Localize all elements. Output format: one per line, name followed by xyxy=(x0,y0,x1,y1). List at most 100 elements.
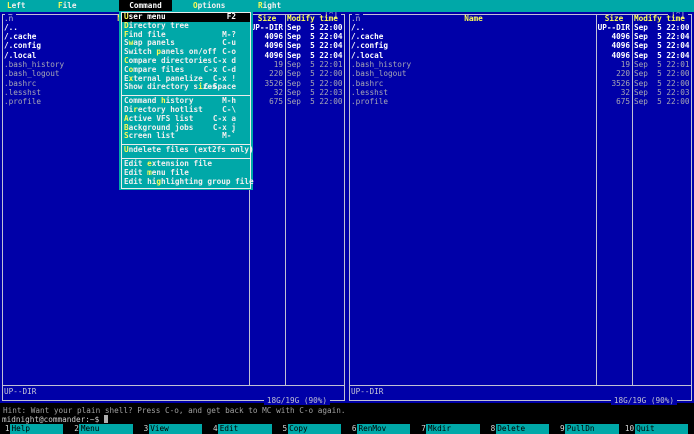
file-mtime: Sep 5 22:00 xyxy=(634,78,690,88)
file-size: 19 xyxy=(273,60,283,69)
file-name: /.config xyxy=(351,41,389,51)
fnkey-label: Mkdir xyxy=(426,424,480,434)
file-size: 32 xyxy=(273,87,283,97)
fnkey-4-edit[interactable]: 4 Edit xyxy=(208,424,277,434)
file-size: 675 xyxy=(269,97,283,107)
file-size: 4096 xyxy=(264,41,283,51)
function-key-bar: 1 Help 2 Menu 3 View 4 Edit 5 Copy 6 RenMov 7 Mkdir 8 D… xyxy=(0,424,694,434)
menu-item-edit-highlighting-group-file[interactable]: Edit highlighting group file xyxy=(122,177,254,187)
menu-item-label: Edit highlighting group file xyxy=(124,176,254,186)
fnkey-label: Copy xyxy=(287,424,341,434)
fnkey-label: RenMov xyxy=(357,424,411,434)
file-row-[interactable]: /.. UP--DIR Sep 5 22:00 xyxy=(347,23,694,32)
file-size: 675 xyxy=(616,97,630,107)
file-size: 4096 xyxy=(264,50,283,60)
file-name: .bash_history xyxy=(351,60,412,69)
file-mtime: Sep 5 22:04 xyxy=(287,41,343,51)
fnkey-number: 3 xyxy=(143,424,149,434)
fnkey-2-menu[interactable]: 2 Menu xyxy=(69,424,138,434)
file-mtime: Sep 5 22:00 xyxy=(634,22,690,32)
column-header-mtime[interactable]: Modify time xyxy=(287,14,338,23)
fnkey-9-pulldn[interactable]: 9 PullDn xyxy=(555,424,624,434)
file-mtime: Sep 5 22:04 xyxy=(634,41,690,51)
file-name: /.. xyxy=(351,22,365,32)
file-size: UP--DIR xyxy=(597,22,630,32)
command-prompt[interactable]: midnight@commander:~$ xyxy=(0,414,694,425)
file-row-cache[interactable]: /.cache 4096 Sep 5 22:04 xyxy=(347,32,694,41)
menubar-item-right[interactable]: Right xyxy=(258,0,281,12)
file-row-bashrc[interactable]: .bashrc 3526 Sep 5 22:00 xyxy=(347,79,694,88)
mc-terminal-screen: ~ [^] .n Name Size Modify time /..UP--DI… xyxy=(0,0,694,434)
column-header-mtime[interactable]: Modify time xyxy=(634,14,685,23)
file-row-profile[interactable]: .profile 675 Sep 5 22:00 xyxy=(347,97,694,106)
mini-status: UP--DIR xyxy=(351,386,384,396)
file-name: .lesshst xyxy=(4,87,42,97)
fnkey-label: Delete xyxy=(495,424,550,434)
file-mtime: Sep 5 22:04 xyxy=(287,50,343,60)
file-row-bash-logout[interactable]: .bash_logout 220 Sep 5 22:00 xyxy=(347,69,694,78)
ministatus-separator xyxy=(3,385,344,386)
menu-item-shortcut: M-` xyxy=(222,131,236,141)
menubar-item-left[interactable]: Left xyxy=(7,0,26,12)
fnkey-number: 2 xyxy=(74,424,79,434)
file-name: /.cache xyxy=(351,32,384,42)
column-header-size[interactable]: Size xyxy=(250,14,284,23)
file-size: UP--DIR xyxy=(250,22,283,32)
prompt-text: midnight@commander:~$ xyxy=(2,414,100,424)
file-name: .lesshst xyxy=(351,87,389,97)
file-row-bash-history[interactable]: .bash_history 19 Sep 5 22:01 xyxy=(347,60,694,69)
fnkey-6-renmov[interactable]: 6 RenMov xyxy=(347,424,416,434)
fnkey-3-view[interactable]: 3 View xyxy=(139,424,208,434)
file-name: /.local xyxy=(351,50,384,60)
fnkey-label: Quit xyxy=(634,424,688,434)
file-size: 4096 xyxy=(611,50,630,60)
menu-item-undelete-files-ext2fs-only[interactable]: Undelete files (ext2fs only) xyxy=(122,145,254,155)
menu-item-screen-list[interactable]: Screen list M-` xyxy=(122,131,250,141)
right-panel: ~ [^] .n Name Size Modify time /.. UP--DI… xyxy=(347,10,694,405)
mini-status: UP--DIR xyxy=(4,386,37,396)
free-space-indicator: 18G/19G (90%) xyxy=(610,396,677,405)
file-mtime: Sep 5 22:04 xyxy=(634,32,690,42)
file-name: /.. xyxy=(4,22,18,32)
file-mtime: Sep 5 22:00 xyxy=(287,78,343,88)
fnkey-number: 5 xyxy=(282,424,288,434)
file-name: /.local xyxy=(4,50,37,60)
file-name: .bash_history xyxy=(4,60,65,69)
file-mtime: Sep 5 22:01 xyxy=(634,60,690,69)
file-name: .bash_logout xyxy=(4,69,60,79)
fnkey-label: Help xyxy=(10,424,64,434)
fnkey-5-copy[interactable]: 5 Copy xyxy=(278,424,347,434)
menu-bar: Left File Command Options Right xyxy=(0,0,694,12)
file-size: 220 xyxy=(616,69,630,79)
file-mtime: Sep 5 22:04 xyxy=(287,32,343,42)
file-size: 4096 xyxy=(264,32,283,42)
menubar-item-file[interactable]: File xyxy=(58,0,77,12)
column-header-name[interactable]: Name xyxy=(351,14,596,23)
file-row-config[interactable]: /.config 4096 Sep 5 22:04 xyxy=(347,41,694,50)
file-mtime: Sep 5 22:00 xyxy=(287,97,343,107)
hint-line: Hint: Want your plain shell? Press C-o, … xyxy=(0,405,694,415)
file-row-local[interactable]: /.local 4096 Sep 5 22:04 xyxy=(347,51,694,60)
fnkey-number: 6 xyxy=(351,424,357,434)
fnkey-7-mkdir[interactable]: 7 Mkdir xyxy=(416,424,485,434)
fnkey-label: View xyxy=(148,424,203,434)
fnkey-10-quit[interactable]: 10 Quit xyxy=(625,424,694,434)
fnkey-label: PullDn xyxy=(565,424,619,434)
file-row-lesshst[interactable]: .lesshst 32 Sep 5 22:03 xyxy=(347,88,694,97)
menu-item-label: Screen list xyxy=(124,131,175,141)
file-mtime: Sep 5 22:00 xyxy=(287,22,343,32)
fnkey-1-help[interactable]: 1 Help xyxy=(0,424,69,434)
file-mtime: Sep 5 22:04 xyxy=(634,50,690,60)
file-mtime: Sep 5 22:00 xyxy=(634,97,690,107)
column-header-size[interactable]: Size xyxy=(597,14,631,23)
fnkey-number: 9 xyxy=(560,424,565,434)
menu-item-show-directory-sizes[interactable]: Show directory sizes C-Space xyxy=(122,82,250,92)
fnkey-number: 1 xyxy=(4,424,10,434)
menu-item-shortcut: F2 xyxy=(226,12,236,21)
text-cursor xyxy=(103,414,109,423)
file-size: 220 xyxy=(269,69,283,79)
fnkey-number: 8 xyxy=(490,424,496,434)
file-size: 4096 xyxy=(611,32,630,42)
file-size: 19 xyxy=(620,60,630,69)
fnkey-8-delete[interactable]: 8 Delete xyxy=(486,424,555,434)
